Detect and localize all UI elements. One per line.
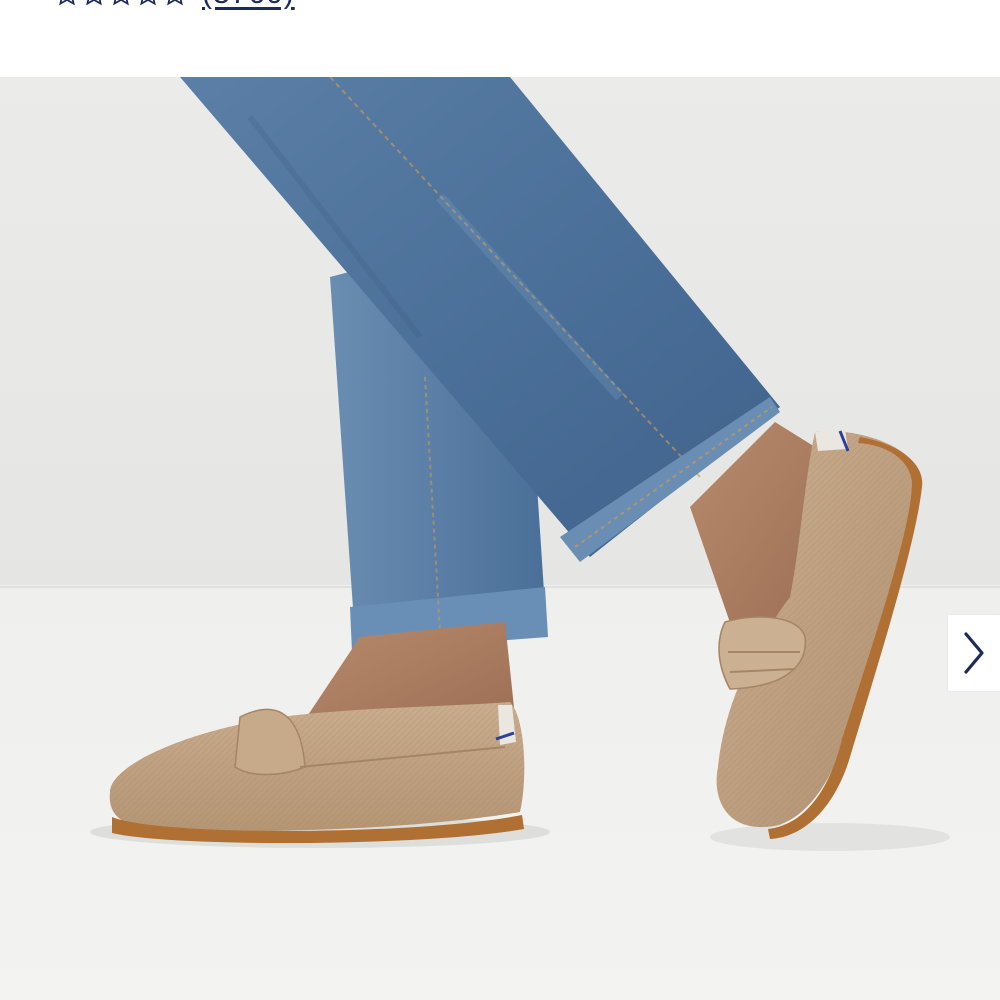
product-page: (3760) — [0, 0, 1000, 1000]
star-icon — [86, 0, 102, 6]
star-rating — [54, 0, 188, 7]
product-image — [0, 77, 1000, 1000]
rating-row[interactable]: (3760) — [54, 0, 295, 14]
loafer-photo — [0, 77, 1000, 1000]
next-image-button[interactable] — [948, 615, 1000, 691]
star-icon — [140, 0, 156, 6]
chevron-right-icon — [964, 632, 984, 674]
review-count-link[interactable]: (3760) — [202, 0, 295, 11]
star-icon — [113, 0, 129, 6]
star-icon — [167, 0, 183, 6]
star-icon — [59, 0, 75, 6]
